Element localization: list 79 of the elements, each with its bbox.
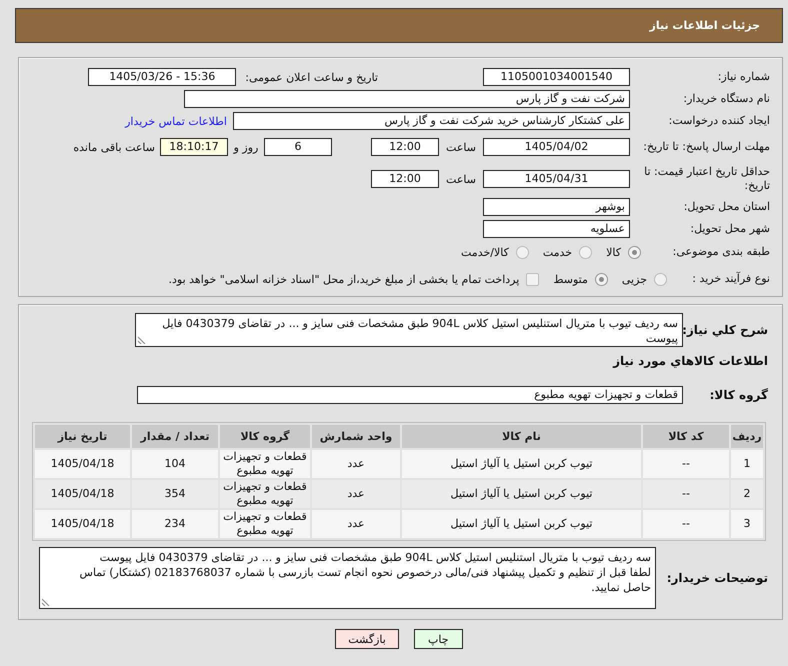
field-label: گروه کالا: (708, 388, 768, 402)
radio-label: کالا (606, 246, 621, 258)
field-label: مهلت ارسال پاسخ: تا تاریخ: (642, 140, 770, 154)
table-cell: عدد (312, 480, 400, 508)
table-cell: -- (643, 450, 729, 478)
table-cell: تیوب کربن استیل یا آلیاژ استیل (402, 510, 641, 538)
table-cell: -- (643, 510, 729, 538)
radio-label: کالا/خدمت (461, 246, 509, 258)
need-number-field[interactable]: 1105001034001540 (483, 68, 630, 86)
column-header: کد کالا (643, 425, 729, 448)
table-cell: 1405/04/18 (35, 480, 130, 508)
table-cell: تیوب کربن استیل یا آلیاژ استیل (402, 480, 641, 508)
table-cell: عدد (312, 450, 400, 478)
field-label: شرح كلي نياز: (683, 323, 768, 337)
table-cell: 234 (132, 510, 218, 538)
radio-label: خدمت (542, 246, 572, 258)
checkbox-label: پرداخت تمام یا بخشی از مبلغ خرید،از محل "اسناد خزانه اسلامی" خواهد بود. (168, 272, 520, 286)
city-field[interactable]: عسلویه (483, 220, 630, 238)
section-title: اطلاعات كالاهاي مورد نياز (613, 354, 768, 368)
table-cell: 1405/04/18 (35, 510, 130, 538)
requester-field[interactable]: علی کشتکار کارشناس خرید شرکت نفت و گاز پارس (233, 112, 630, 130)
column-header: نام کالا (402, 425, 641, 448)
field-label: توضیحات خریدار: (666, 571, 768, 585)
days-label: روز و (232, 140, 260, 154)
resize-grip-icon[interactable] (42, 598, 50, 606)
field-label: شماره نیاز: (716, 70, 770, 84)
table-cell: 1405/04/18 (35, 450, 130, 478)
radio-label: متوسط (553, 272, 588, 286)
summary-field[interactable]: سه ردیف تیوب با متریال استنلیس استیل کلاس 904L طبق مشخصات فنی سایز و ... در تقاضای 0430379 فایل پیوست (135, 313, 683, 347)
table-cell: تیوب کربن استیل یا آلیاژ استیل (402, 450, 641, 478)
print-button[interactable]: چاپ (414, 629, 463, 649)
radio-button[interactable] (654, 272, 667, 286)
column-header: ردیف (731, 425, 763, 448)
table-cell: 104 (132, 450, 218, 478)
time-label: ساعت (445, 172, 477, 186)
remaining-time-field[interactable]: 18:10:17 (160, 138, 228, 156)
column-header: تاریخ نیاز (35, 425, 130, 448)
table-cell: قطعات و تجهیزات تهویه مطبوع (220, 510, 310, 538)
contact-link[interactable]: اطلاعات تماس خریدار (125, 114, 227, 128)
field-label: شهر محل تحویل: (689, 222, 770, 236)
checkbox[interactable] (526, 272, 540, 286)
province-field[interactable]: بوشهر (483, 198, 630, 216)
field-label: استان محل تحویل: (682, 200, 770, 214)
back-button[interactable]: بازگشت (335, 629, 399, 649)
announce-date-field[interactable]: 1405/03/26 - 15:36 (88, 68, 236, 86)
days-field[interactable]: 6 (264, 138, 332, 156)
field-label: ایجاد کننده درخواست: (668, 114, 770, 128)
table-cell: 2 (731, 480, 763, 508)
page-title: جزئیات اطلاعات نیاز (650, 19, 760, 32)
remaining-label: ساعت باقی مانده (73, 140, 155, 154)
field-label: نوع فرآیند خرید : (691, 272, 770, 286)
field-label: حداقل تاریخ اعتبار قیمت: تا تاریخ: (643, 165, 770, 193)
field-label: نام دستگاه خریدار: (682, 92, 770, 106)
validity-date-field[interactable]: 1405/04/31 (483, 170, 630, 188)
column-header: تعداد / مقدار (132, 425, 218, 448)
time-label: ساعت (445, 140, 477, 154)
column-header: واحد شمارش (312, 425, 400, 448)
table-cell: 1 (731, 450, 763, 478)
deadline-time-field[interactable]: 12:00 (371, 138, 439, 156)
radio-button[interactable] (579, 246, 592, 258)
validity-time-field[interactable]: 12:00 (371, 170, 439, 188)
table-cell: 354 (132, 480, 218, 508)
table-cell: قطعات و تجهیزات تهویه مطبوع (220, 450, 310, 478)
table-cell: -- (643, 480, 729, 508)
radio-label: جزیی (622, 272, 647, 286)
radio-button[interactable] (628, 246, 641, 258)
buyer-org-field[interactable]: شرکت نفت و گاز پارس (184, 90, 630, 108)
goods-group-field[interactable]: قطعات و تجهیزات تهویه مطبوع (137, 386, 683, 404)
table-cell: قطعات و تجهیزات تهویه مطبوع (220, 480, 310, 508)
radio-button[interactable] (516, 246, 529, 258)
radio-button[interactable] (594, 272, 608, 286)
buyer-notes-field[interactable]: سه ردیف تیوب با متریال استنلیس استیل کلاس 904L طبق مشخصات فنی سایز و ... در تقاضای 0430379 فایل پیوست لطفا قبل از تنظیم و تکمیل پیشنهاد فنی/مالی درخصوص نحوه انجام تست بازرسی با شماره 02183768037 (کشتکار) تماس حاصل نمایید. (39, 547, 656, 609)
table-cell: 3 (731, 510, 763, 538)
column-header: گروه کالا (220, 425, 310, 448)
resize-grip-icon[interactable] (138, 336, 146, 344)
field-label: تاریخ و ساعت اعلان عمومی: (245, 70, 378, 84)
deadline-date-field[interactable]: 1405/04/02 (483, 138, 630, 156)
table-cell: عدد (312, 510, 400, 538)
field-label: طبقه بندی موضوعی: (672, 245, 770, 259)
